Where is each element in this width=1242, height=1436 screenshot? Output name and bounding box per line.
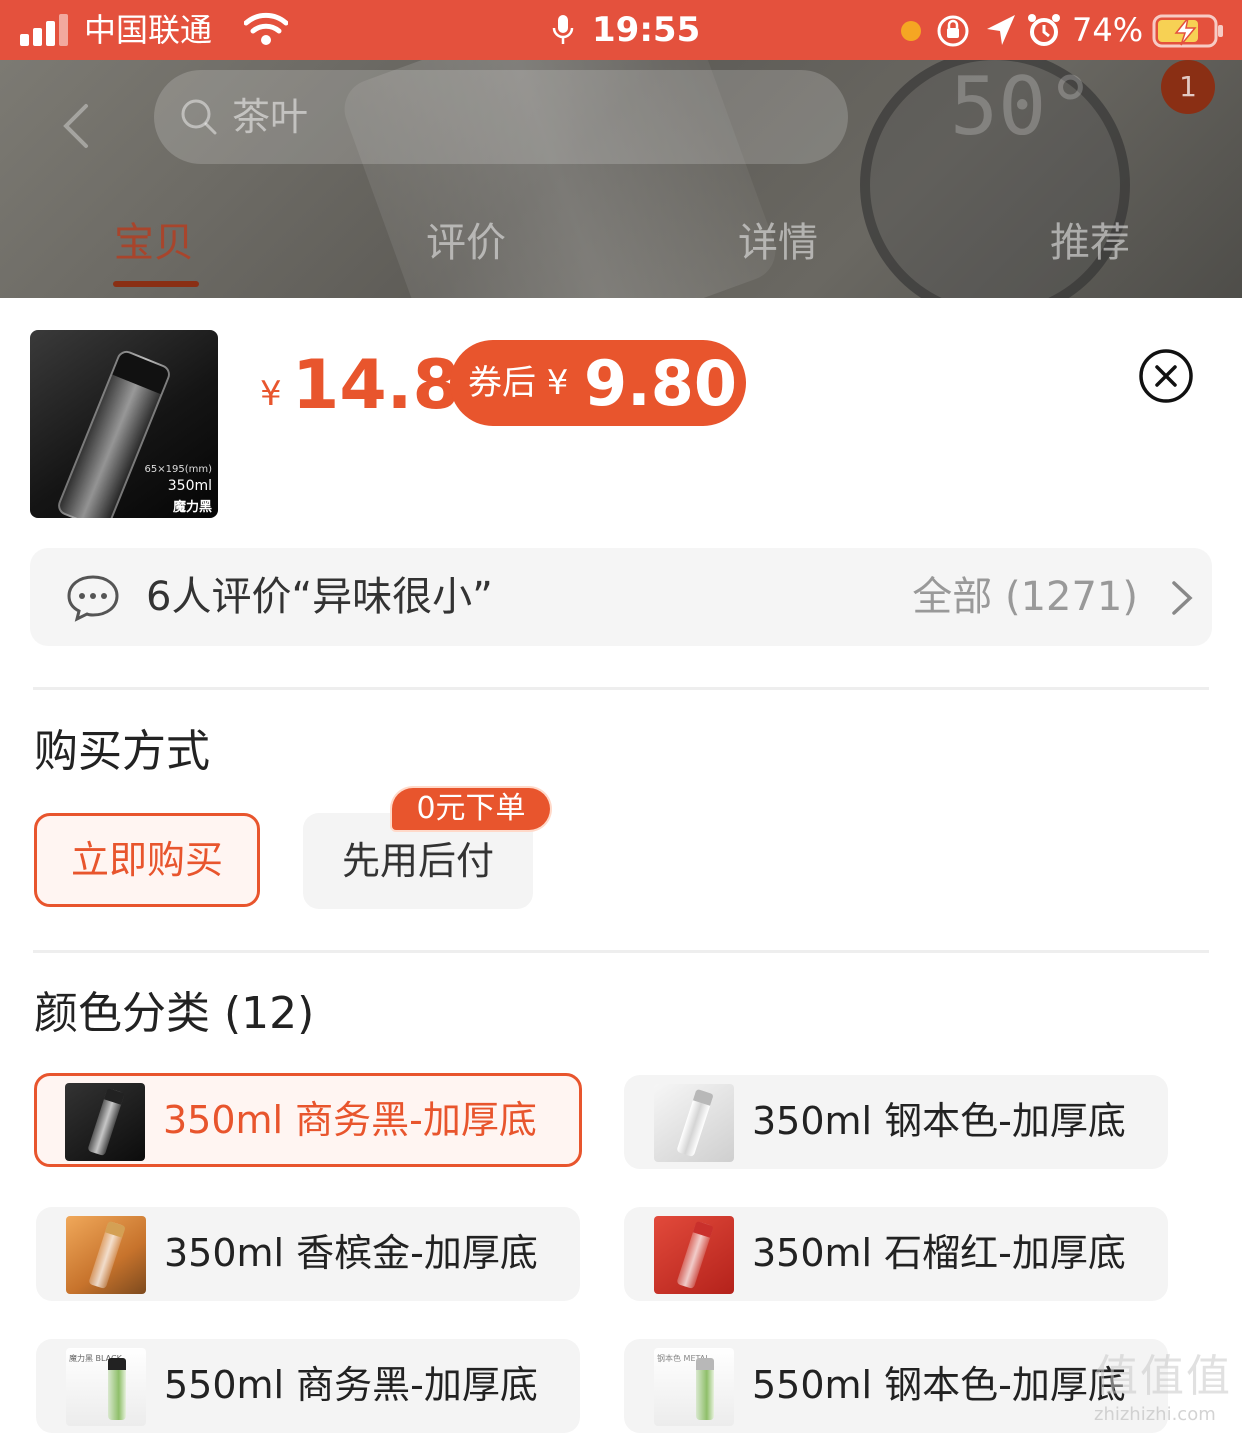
cellular-signal-icon (20, 14, 72, 46)
sku-option-550-black[interactable]: 魔力黑 BLACK 550ml 商务黑-加厚底 (36, 1339, 580, 1433)
rotation-lock-icon (937, 15, 969, 47)
search-bar[interactable]: 茶叶 (154, 70, 848, 164)
buy-now-option[interactable]: 立即购买 (34, 813, 260, 907)
price-currency: ¥ (260, 374, 282, 414)
watermark-url: zhizhizhi.com (1094, 1404, 1216, 1425)
coupon-price-badge: 券后 ¥ 9.80 (450, 340, 746, 426)
battery-charging-icon (1152, 14, 1223, 48)
product-header: 50° 茶叶 1 宝贝 评价 详情 推荐 (0, 60, 1242, 300)
sku-option-350-black[interactable]: 350ml 商务黑-加厚底 (34, 1073, 582, 1167)
original-price: 14.8 (292, 346, 460, 425)
status-bar: 中国联通 19:55 74% (0, 0, 1242, 60)
sku-option-350-red[interactable]: 350ml 石榴红-加厚底 (624, 1207, 1168, 1301)
sku-label: 550ml 商务黑-加厚底 (164, 1363, 538, 1407)
tab-reviews[interactable]: 评价 (426, 210, 506, 276)
product-tabs: 宝贝 评价 详情 推荐 (0, 210, 1242, 298)
purchase-method-title: 购买方式 (34, 726, 210, 777)
steel-bottle-thumbnail (654, 1084, 734, 1162)
clock-time: 19:55 (592, 10, 701, 50)
carrier-name: 中国联通 (84, 11, 213, 49)
back-chevron-icon[interactable] (58, 102, 94, 150)
gold-bottle-thumbnail (66, 1216, 146, 1294)
active-tab-underline (113, 281, 199, 287)
recording-indicator-dot (901, 21, 921, 41)
sku-selection-sheet: 65×195(mm) 350ml 魔力黑 ¥ 14.8 券后 ¥ 9.80 6人… (0, 298, 1242, 1436)
tab-details[interactable]: 详情 (738, 210, 818, 276)
alarm-clock-icon (1028, 14, 1060, 46)
review-summary-bar[interactable]: 6人评价“异味很小” 全部 (1271) (30, 548, 1212, 646)
thumbnail-volume-caption: 350ml (167, 478, 212, 494)
divider (33, 687, 1209, 690)
microphone-icon (552, 15, 574, 44)
black-bottle-thumbnail (65, 1083, 145, 1161)
black-tea-bottle-thumbnail: 魔力黑 BLACK (66, 1348, 146, 1426)
red-bottle-thumbnail (654, 1216, 734, 1294)
sku-label: 350ml 石榴红-加厚底 (752, 1231, 1126, 1275)
close-icon[interactable] (1138, 348, 1194, 404)
sku-option-350-steel[interactable]: 350ml 钢本色-加厚底 (624, 1075, 1168, 1169)
battery-percentage: 74% (1072, 11, 1144, 49)
divider (33, 950, 1209, 953)
search-icon (181, 99, 217, 135)
color-category-title: 颜色分类 (12) (34, 988, 315, 1039)
header-background-temperature: 50° (950, 60, 1095, 153)
sku-label: 350ml 商务黑-加厚底 (163, 1098, 537, 1142)
location-arrow-icon (987, 15, 1015, 45)
review-all-count: 全部 (1271) (912, 574, 1138, 620)
chat-bubble-icon (67, 575, 119, 622)
thumbnail-size-caption: 65×195(mm) (144, 464, 212, 475)
search-placeholder: 茶叶 (232, 95, 309, 139)
thumbnail-color-caption: 魔力黑 (172, 500, 212, 515)
bottle-image (55, 347, 173, 518)
review-highlight: 6人评价“异味很小” (146, 574, 493, 620)
cart-count-badge[interactable]: 1 (1161, 60, 1215, 114)
tab-recommend[interactable]: 推荐 (1050, 210, 1130, 276)
coupon-label: 券后 ¥ (468, 363, 569, 403)
watermark-logo: 值值值 (1094, 1351, 1232, 1402)
product-thumbnail[interactable]: 65×195(mm) 350ml 魔力黑 (30, 330, 218, 518)
sku-label: 350ml 香槟金-加厚底 (164, 1231, 538, 1275)
tab-product[interactable]: 宝贝 (114, 210, 194, 276)
chevron-right-icon (1172, 581, 1193, 615)
zero-deposit-badge: 0元下单 (392, 788, 550, 830)
coupon-price: 9.80 (584, 347, 737, 420)
sku-label: 550ml 钢本色-加厚底 (752, 1363, 1126, 1407)
sku-label: 350ml 钢本色-加厚底 (752, 1099, 1126, 1143)
sku-option-350-gold[interactable]: 350ml 香槟金-加厚底 (36, 1207, 580, 1301)
sku-option-550-steel[interactable]: 钢本色 METAL 550ml 钢本色-加厚底 (624, 1339, 1168, 1433)
wifi-icon (244, 12, 288, 45)
steel-tea-bottle-thumbnail: 钢本色 METAL (654, 1348, 734, 1426)
